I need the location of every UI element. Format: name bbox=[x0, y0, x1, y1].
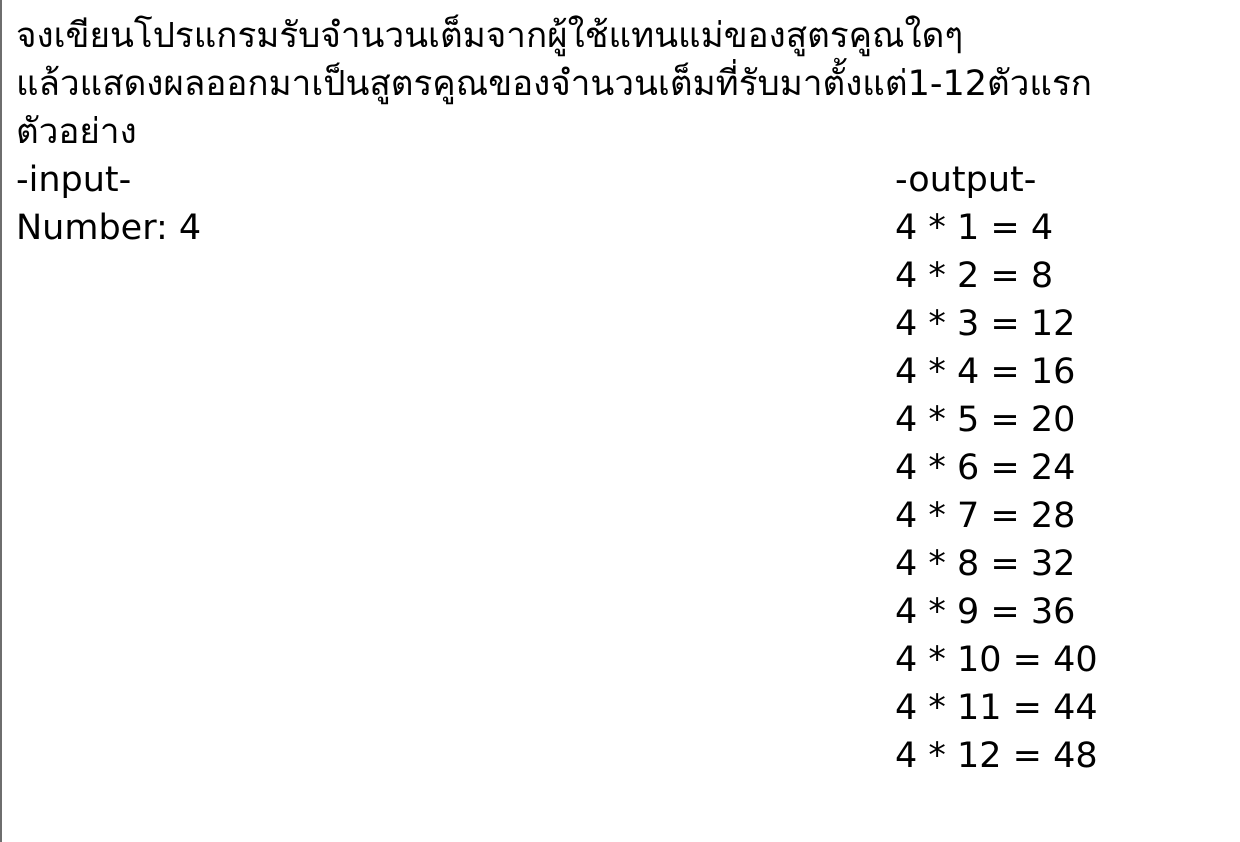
instruction-line-1: จงเขียนโปรแกรมรับจำนวนเต็มจากผู้ใช้แทนแม… bbox=[16, 16, 964, 56]
instruction-line-2: แล้วแสดงผลออกมาเป็นสูตรคูณของจำนวนเต็มที… bbox=[16, 64, 1092, 104]
output-line: 4 * 2 = 8 bbox=[895, 256, 1054, 296]
input-line: Number: 4 bbox=[16, 208, 202, 248]
output-line: 4 * 8 = 32 bbox=[895, 544, 1076, 584]
input-column: -input- Number: 4 bbox=[16, 156, 201, 252]
example-label: ตัวอย่าง bbox=[16, 112, 137, 152]
output-line: 4 * 4 = 16 bbox=[895, 352, 1076, 392]
output-line: 4 * 3 = 12 bbox=[895, 304, 1076, 344]
document-body: จงเขียนโปรแกรมรับจำนวนเต็มจากผู้ใช้แทนแม… bbox=[16, 12, 1226, 776]
page-left-border bbox=[0, 0, 2, 842]
output-line: 4 * 11 = 44 bbox=[895, 688, 1098, 728]
output-line: 4 * 9 = 36 bbox=[895, 592, 1076, 632]
output-line: 4 * 5 = 20 bbox=[895, 400, 1076, 440]
input-heading: -input- bbox=[16, 160, 132, 200]
output-line: 4 * 10 = 40 bbox=[895, 640, 1098, 680]
output-column: -output- 4 * 1 = 4 4 * 2 = 8 4 * 3 = 12 … bbox=[895, 156, 1098, 780]
output-line: 4 * 6 = 24 bbox=[895, 448, 1076, 488]
output-line: 4 * 1 = 4 bbox=[895, 208, 1054, 248]
output-heading: -output- bbox=[895, 160, 1037, 200]
output-line: 4 * 12 = 48 bbox=[895, 736, 1098, 776]
output-line: 4 * 7 = 28 bbox=[895, 496, 1076, 536]
